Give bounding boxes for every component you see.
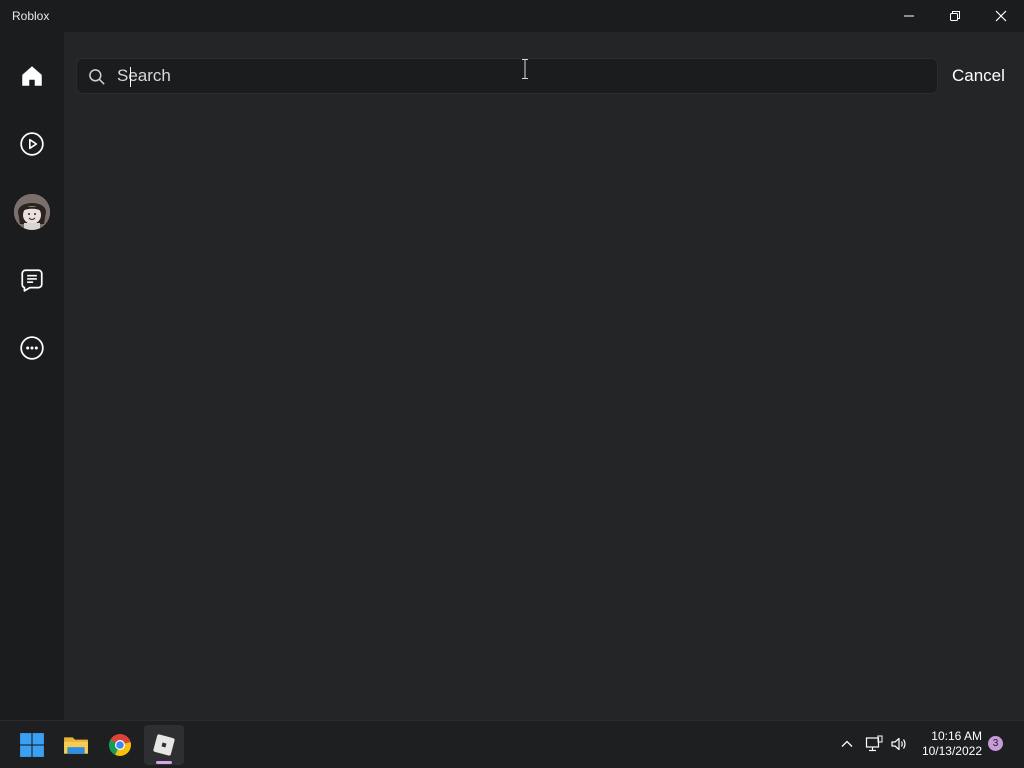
ibeam-cursor-icon <box>522 59 528 79</box>
active-app-indicator <box>156 761 172 764</box>
sidebar-item-chat[interactable] <box>8 256 56 304</box>
start-button[interactable] <box>12 725 52 765</box>
taskbar-clock[interactable]: 10:16 AM 10/13/2022 <box>912 729 982 759</box>
search-input[interactable] <box>117 63 917 89</box>
clock-date: 10/13/2022 <box>921 744 982 758</box>
main-content: Cancel <box>64 32 1024 720</box>
sidebar-item-play[interactable] <box>8 120 56 168</box>
sidebar-item-avatar[interactable] <box>8 188 56 236</box>
sidebar-item-home[interactable] <box>8 52 56 100</box>
taskbar: 10:16 AM 10/13/2022 <box>0 720 1024 768</box>
title-bar: Roblox <box>0 0 1024 32</box>
search-icon <box>89 69 105 85</box>
roblox-window: Roblox Search Cancel 10:16 AM 10/13/2022… <box>0 0 1024 768</box>
chrome-icon <box>108 734 131 756</box>
sidebar <box>0 32 64 720</box>
close-icon <box>995 10 1007 22</box>
network-button[interactable] <box>863 733 885 755</box>
minimize-icon <box>904 15 914 17</box>
chevron-up-icon <box>841 740 853 747</box>
show-hidden-icons-button[interactable] <box>836 733 858 755</box>
minimize-button[interactable] <box>886 0 932 32</box>
volume-button[interactable] <box>888 733 910 755</box>
restore-button[interactable] <box>932 0 978 32</box>
taskbar-file-explorer[interactable] <box>56 725 96 765</box>
more-icon <box>20 336 44 360</box>
taskbar-chrome[interactable] <box>100 725 140 765</box>
roblox-icon <box>153 734 175 756</box>
windows-start-icon <box>20 733 44 757</box>
close-button[interactable] <box>978 0 1024 32</box>
search-bar[interactable] <box>76 58 938 94</box>
home-icon <box>22 66 42 86</box>
restore-icon <box>950 11 960 21</box>
avatar-icon <box>14 194 50 230</box>
play-circle-icon <box>20 132 44 156</box>
avatar <box>14 194 50 230</box>
chat-icon <box>21 269 43 292</box>
taskbar-roblox[interactable] <box>144 725 184 765</box>
volume-icon <box>891 737 906 751</box>
notification-badge[interactable]: 3 <box>988 736 1003 751</box>
network-icon <box>865 735 883 752</box>
cancel-button[interactable]: Cancel <box>952 66 1005 86</box>
text-caret <box>130 67 131 87</box>
clock-time: 10:16 AM <box>931 729 982 743</box>
window-title: Roblox <box>12 9 50 23</box>
file-explorer-icon <box>64 737 88 754</box>
sidebar-item-more[interactable] <box>8 324 56 372</box>
